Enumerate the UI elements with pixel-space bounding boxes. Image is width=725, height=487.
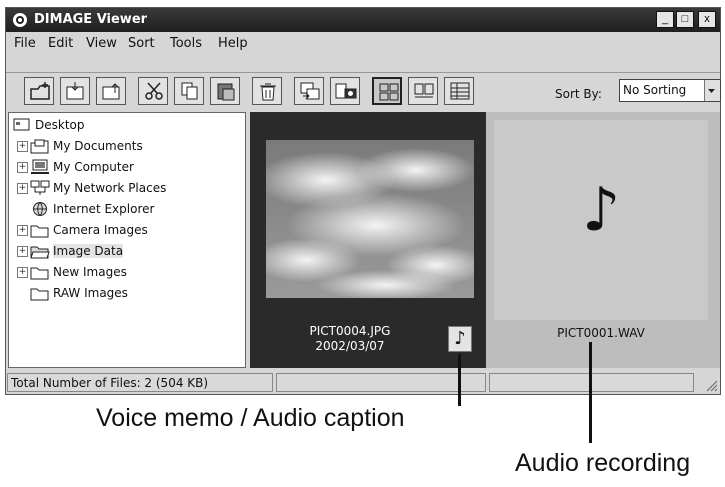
audio-recording-caption: Audio recording — [515, 449, 691, 477]
sort-select[interactable]: No Sorting — [619, 79, 721, 102]
desktop-icon — [13, 118, 30, 131]
copy-in-button[interactable] — [60, 77, 90, 105]
menu-sort[interactable]: Sort — [128, 36, 155, 51]
delete-button[interactable] — [252, 77, 282, 105]
expand-icon[interactable]: + — [17, 183, 28, 194]
delete-icon — [260, 83, 276, 101]
audio-recording-pointer — [589, 342, 592, 443]
status-text: Total Number of Files: 2 (504 KB) — [11, 376, 209, 390]
folder-icon — [30, 267, 49, 280]
menu-edit[interactable]: Edit — [48, 36, 73, 51]
open-folder-icon — [30, 246, 50, 259]
folder-tree: Desktop + My Documents + My Computer + M… — [8, 112, 246, 368]
tree-item-label: RAW Images — [53, 286, 128, 300]
new-folder-icon — [30, 82, 50, 100]
thumbnail-filename: PICT0004.JPG — [309, 324, 391, 338]
status-file-count: Total Number of Files: 2 (504 KB) — [7, 373, 273, 392]
app-icon — [13, 13, 27, 27]
cut-button[interactable] — [138, 77, 168, 105]
title-bar: DIMAGE Viewer _ □ x — [6, 8, 720, 32]
thumbnails-view-button[interactable] — [372, 77, 402, 105]
resize-grip-icon[interactable] — [704, 378, 718, 392]
copy-icon — [181, 82, 198, 100]
menu-tools[interactable]: Tools — [170, 36, 202, 51]
menu-view[interactable]: View — [86, 36, 117, 51]
copy-button[interactable] — [174, 77, 204, 105]
close-button[interactable]: x — [698, 11, 716, 28]
menu-file[interactable]: File — [14, 36, 36, 51]
thumbnail-date: 2002/03/07 — [315, 339, 385, 353]
dimage-viewer-window: DIMAGE Viewer _ □ x File Edit View Sort … — [5, 7, 721, 395]
expand-icon[interactable]: + — [17, 246, 28, 257]
copy-out-button[interactable] — [96, 77, 126, 105]
tree-item-label: Camera Images — [53, 223, 148, 237]
details-icon — [450, 82, 470, 100]
paste-button[interactable] — [210, 77, 240, 105]
audio-caption-icon[interactable]: ♪ — [448, 326, 472, 352]
paste-icon — [217, 83, 235, 101]
copy-in-icon — [66, 82, 84, 100]
camera-icon — [335, 83, 357, 99]
voice-memo-pointer — [458, 354, 461, 406]
tree-item-label: My Computer — [53, 160, 134, 174]
status-bar: Total Number of Files: 2 (504 KB) — [6, 372, 720, 394]
tree-item-label: Desktop — [35, 118, 85, 132]
thumbnail-card-pict0001[interactable]: ♪ — [494, 120, 708, 320]
tree-item-label: Internet Explorer — [53, 202, 155, 216]
minimize-button[interactable]: _ — [656, 11, 674, 28]
globe-icon — [33, 202, 47, 216]
tree-item-label: My Documents — [53, 139, 143, 153]
import-button[interactable] — [294, 77, 324, 105]
sort-select-value: No Sorting — [623, 83, 687, 97]
menu-help[interactable]: Help — [218, 36, 248, 51]
music-note-icon: ♪ — [581, 175, 621, 245]
tree-item-label: Image Data — [53, 244, 124, 258]
large-icons-view-button[interactable] — [408, 77, 438, 105]
computer-icon — [31, 159, 49, 174]
thumbnails-icon — [379, 83, 399, 101]
sky-photo-thumbnail[interactable] — [266, 140, 474, 298]
import-icon — [300, 82, 320, 100]
toolbar: Sort By: No Sorting — [6, 72, 721, 109]
thumbnail-caption: PICT0004.JPG 2002/03/07 — [250, 324, 450, 354]
thumbnail-card-pict0004[interactable]: PICT0004.JPG 2002/03/07 ♪ — [250, 112, 486, 368]
new-folder-button[interactable] — [24, 77, 54, 105]
folder-icon — [30, 288, 49, 301]
thumbnail-pane: PICT0004.JPG 2002/03/07 ♪ ♪ PICT0001.WAV — [250, 112, 720, 368]
sort-by-label: Sort By: — [555, 87, 602, 101]
menu-bar: File Edit View Sort Tools Help — [6, 34, 720, 54]
tree-item-label: New Images — [53, 265, 127, 279]
window-title: DIMAGE Viewer — [34, 12, 148, 27]
expand-icon[interactable]: + — [17, 162, 28, 173]
details-view-button[interactable] — [444, 77, 474, 105]
large-icons-icon — [414, 83, 434, 98]
maximize-button[interactable]: □ — [676, 11, 694, 28]
folder-icon — [30, 225, 49, 238]
expand-icon[interactable]: + — [17, 267, 28, 278]
expand-icon[interactable]: + — [17, 225, 28, 236]
chevron-down-icon[interactable] — [704, 80, 720, 101]
network-icon — [30, 180, 50, 195]
copy-out-icon — [102, 83, 120, 100]
documents-folder-icon — [30, 139, 49, 154]
status-segment — [276, 373, 486, 392]
tree-item-label: My Network Places — [53, 181, 167, 195]
voice-memo-caption: Voice memo / Audio caption — [96, 404, 405, 432]
thumbnail-filename: PICT0001.WAV — [557, 326, 645, 340]
expand-icon[interactable]: + — [17, 141, 28, 152]
camera-button[interactable] — [330, 77, 360, 105]
cut-icon — [145, 82, 163, 100]
